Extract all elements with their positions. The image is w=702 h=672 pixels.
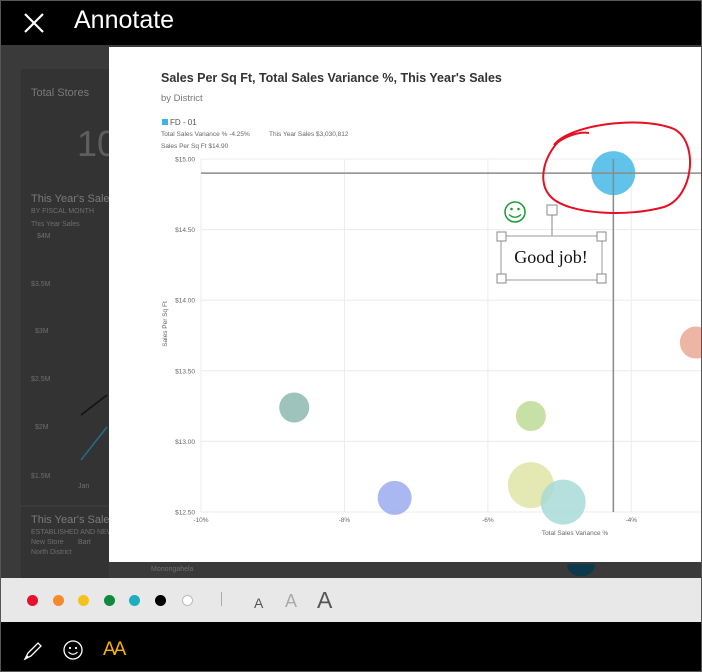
scatter-point[interactable] (515, 400, 546, 431)
tile-sales-ytick: $1.5M (31, 473, 51, 480)
tile-established-subtitle: ESTABLISHED AND NEW (31, 529, 114, 536)
x-axis-label: Total Sales Variance % (542, 530, 609, 537)
annotation-text[interactable]: Good job! (514, 247, 588, 267)
y-tick-label: $13.00 (175, 439, 195, 446)
resize-handle[interactable] (596, 273, 607, 284)
rotate-handle[interactable] (546, 204, 558, 216)
y-tick-label: $14.00 (175, 298, 195, 305)
smiley-icon[interactable] (62, 639, 86, 663)
x-tick-label: -10% (193, 517, 208, 524)
tool-selector-bar: AA (1, 622, 701, 671)
color-swatch-yellow[interactable] (78, 595, 89, 606)
tile-established-small: North District (31, 549, 72, 556)
font-size-medium-button[interactable]: A (285, 591, 297, 612)
resize-handle[interactable] (496, 231, 507, 242)
tile-sales-ytick: $3.5M (31, 281, 51, 288)
annotate-window: Annotate Total Stores 10 This Year's Sal… (0, 0, 702, 672)
scatter-chart: Sales Per Sq Ft, Total Sales Variance %,… (161, 71, 702, 537)
text-size-icon[interactable]: AA (103, 639, 126, 661)
legend-swatch (162, 119, 168, 125)
legend-item: FD - 01 (170, 118, 197, 127)
tile-sales-ytick: $4M (37, 233, 51, 240)
close-icon (24, 13, 44, 33)
x-tick-label: -4% (626, 517, 638, 524)
x-tick-label: -6% (482, 517, 494, 524)
color-swatch-orange[interactable] (53, 595, 64, 606)
tile-total-stores-title: Total Stores (31, 87, 90, 99)
tile-sales-legend: This Year Sales (31, 221, 80, 228)
mini-line-chart (80, 394, 108, 461)
tile-established-legend: New Store (31, 539, 64, 546)
toolbar-divider (221, 592, 222, 606)
smiley-icon[interactable] (504, 201, 526, 223)
color-swatch-red[interactable] (27, 595, 38, 606)
tooltip-line: Total Sales Variance % -4.25% (161, 131, 250, 138)
tile-sales-xtick: Jan (78, 483, 90, 490)
scatter-point[interactable] (377, 480, 412, 515)
tile-sales-ytick: $3M (35, 328, 49, 335)
x-tick-label: -8% (339, 517, 351, 524)
y-tick-label: $12.50 (175, 510, 195, 517)
annotate-header: Annotate (1, 1, 701, 45)
tile-established-title: This Year's Sales (31, 514, 116, 526)
color-swatch-black[interactable] (155, 595, 166, 606)
color-swatch-teal[interactable] (129, 595, 140, 606)
resize-handle[interactable] (496, 273, 507, 284)
tile-sales-ytick: $2M (35, 424, 49, 431)
tooltip-line: Sales Per Sq Ft $14.90 (161, 143, 229, 150)
page-title: Annotate (74, 6, 175, 34)
y-axis-label: Sales Per Sq Ft (162, 301, 169, 347)
resize-handle[interactable] (596, 231, 607, 242)
tile-established-legend-2: Bart (78, 539, 91, 546)
chart-subtitle: by District (161, 93, 203, 104)
report-card: Sales Per Sq Ft, Total Sales Variance %,… (109, 47, 702, 562)
tile-sales-title: This Year's Sales (31, 193, 116, 205)
map-bubble (567, 564, 595, 576)
font-size-small-button[interactable]: A (254, 595, 263, 611)
scatter-point[interactable] (679, 326, 702, 359)
color-swatch-green[interactable] (104, 595, 115, 606)
y-tick-label: $14.50 (175, 227, 195, 234)
y-tick-label: $15.00 (175, 157, 195, 164)
font-size-large-button[interactable]: A (317, 587, 332, 614)
scatter-point[interactable] (279, 392, 310, 423)
map-label: Monongahela (151, 566, 194, 573)
color-swatch-white[interactable] (182, 595, 193, 606)
tile-sales-subtitle: BY FISCAL MONTH (31, 208, 95, 215)
annotation-toolbar: A A A (1, 578, 701, 622)
chart-ticks: $15.00 $14.50 $14.00 $13.50 $13.00 $12.50-10%… (175, 157, 637, 525)
tile-sales-ytick: $2.5M (31, 376, 51, 383)
pen-icon[interactable] (21, 639, 45, 663)
chart-points (279, 151, 702, 525)
chart-title: Sales Per Sq Ft, Total Sales Variance %,… (161, 71, 502, 85)
scatter-point[interactable] (540, 479, 586, 525)
tooltip-line: This Year Sales $3,030,812 (269, 131, 349, 138)
y-tick-label: $13.50 (175, 368, 195, 375)
close-button[interactable] (19, 8, 49, 38)
